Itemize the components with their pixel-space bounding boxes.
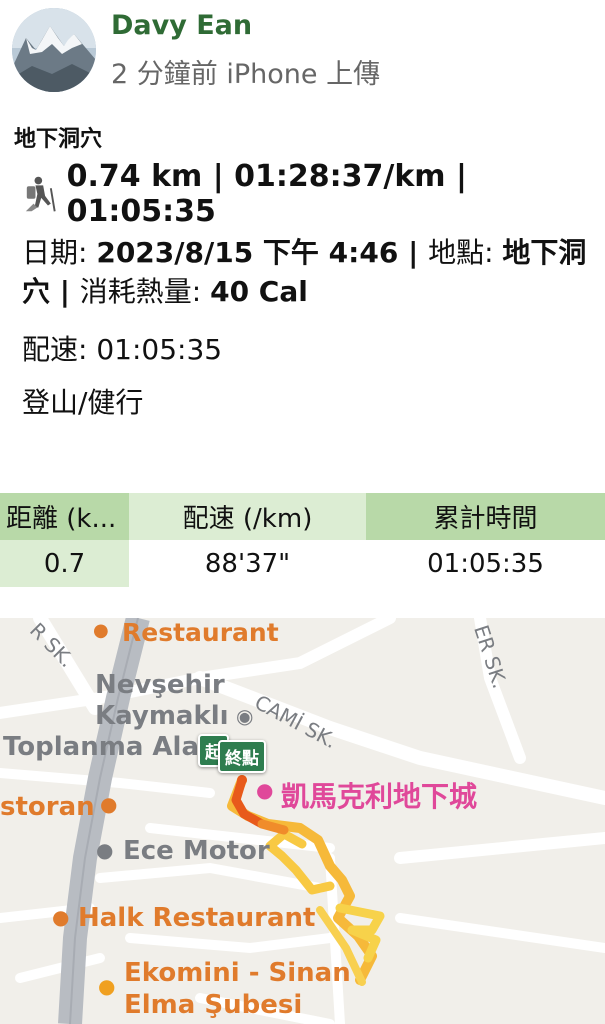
museum-icon: ● [256,778,274,802]
end-marker[interactable]: 終點 [218,740,266,773]
separator: | [50,275,80,308]
activity-category: 登山/健行 [22,386,144,419]
poi-nevsehir: Nevşehir [95,670,225,700]
avatar[interactable] [12,8,96,92]
activity-title: 地下洞穴 [14,127,103,152]
date-label: 日期: [22,236,97,269]
poi-halk-restaurant[interactable]: Halk Restaurant [78,903,315,933]
split-table: 距離 (k... 配速 (/km) 累計時間 0.7 88'37" 01:05:… [0,493,605,587]
location-label: 地點: [428,236,503,269]
poi-ece-motor: Ece Motor [123,836,270,866]
summary-stats: 0.74 km | 01:28:37/km | 01:05:35 [66,159,467,229]
poi-elma[interactable]: Elma Şubesi [124,990,302,1020]
poi-storan[interactable]: storan [0,792,95,822]
hiker-icon [25,176,56,212]
date-value: 2023/8/15 下午 4:46 [96,236,399,269]
table-header-row: 距離 (k... 配速 (/km) 累計時間 [0,493,605,540]
fork-knife-icon: ● [100,792,118,816]
calorie-value: 40 Cal [210,275,308,308]
cell-pace: 88'37" [129,540,366,587]
fork-knife-icon: ● [93,620,109,641]
column-header-total-time: 累計時間 [366,493,605,540]
table-row: 0.7 88'37" 01:05:35 [0,540,605,587]
post-header: Davy Ean 2 分鐘前 iPhone 上傳 [0,0,605,105]
cell-total-time: 01:05:35 [366,540,605,587]
poi-ekomini[interactable]: Ekomini - Sinan [124,958,351,988]
poi-kaymakli: Kaymaklı [95,701,229,731]
poi-restaurant-top[interactable]: Restaurant [122,618,279,647]
mountain-photo [12,8,96,92]
calorie-label: 消耗熱量: [79,275,211,308]
author-name[interactable]: Davy Ean [111,10,252,41]
separator: | [398,236,429,269]
landmark-dot-icon: ◉ [236,704,254,728]
fork-knife-icon: ● [52,905,70,929]
activity-summary: 0.74 km | 01:28:37/km | 01:05:35 [22,159,605,229]
cell-distance: 0.7 [0,540,129,587]
poi-toplanma: Toplanma Ala [3,732,199,762]
route-map[interactable]: ● Restaurant Nevşehir Kaymaklı ◉ Toplanm… [0,618,605,1024]
car-icon: ● [96,838,114,862]
pace-line: 配速: 01:05:35 [22,333,223,366]
poi-kaymakli-underground-city[interactable]: 凱馬克利地下城 [281,775,477,815]
activity-details: 日期: 2023/8/15 下午 4:46 | 地點: 地下洞穴 | 消耗熱量:… [22,233,592,311]
post-meta: 2 分鐘前 iPhone 上傳 [111,59,381,90]
cart-icon: ● [98,974,116,998]
column-header-pace: 配速 (/km) [129,493,366,540]
column-header-distance: 距離 (k... [0,493,129,540]
